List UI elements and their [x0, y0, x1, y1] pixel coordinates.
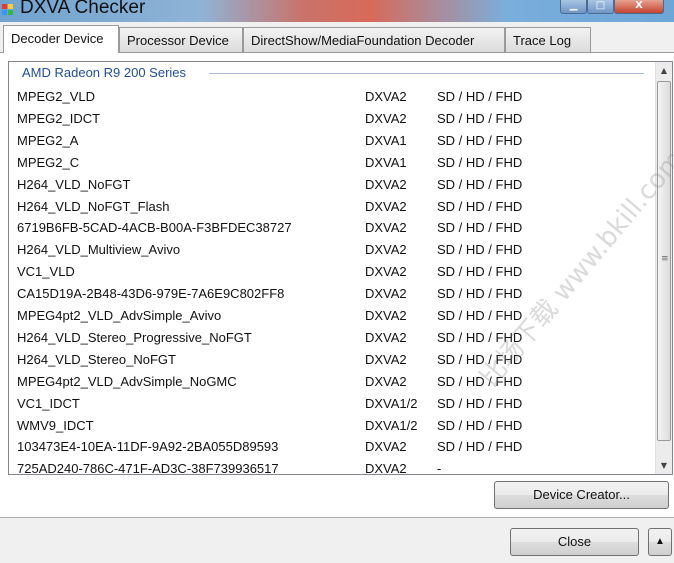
maximize-button[interactable]: □ [587, 0, 614, 14]
list-item[interactable]: 725AD240-786C-471F-AD3C-38F739936517 DXVA… [17, 461, 617, 475]
decoder-api: DXVA1/2 [365, 417, 418, 433]
decoder-api: DXVA2 [365, 198, 407, 214]
decoder-name: 725AD240-786C-471F-AD3C-38F739936517 [17, 461, 279, 475]
decoder-resolution: SD / HD / FHD [437, 176, 523, 192]
decoder-resolution: - [437, 461, 442, 475]
list-item[interactable]: H264_VLD_Multiview_Avivo DXVA2 SD / HD / F… [17, 242, 617, 264]
decoder-resolution: SD / HD / FHD [437, 439, 523, 455]
list-item[interactable]: H264_VLD_Stereo_NoFGT DXVA2 SD / HD / FHD [17, 352, 617, 374]
tab-decoder-device[interactable]: Decoder Device [3, 25, 119, 53]
decoder-name: MPEG2_VLD [17, 89, 96, 104]
decoder-api: DXVA2 [365, 220, 407, 236]
decoder-name: H264_VLD_Multiview_Avivo [17, 242, 181, 258]
list-item[interactable]: 6719B6FB-5CAD-4ACB-B00A-F3BFDEC38727 DXVA… [17, 220, 617, 242]
close-window-button[interactable]: X [614, 0, 664, 14]
decoder-api: DXVA1/2 [365, 395, 418, 411]
scroll-down-icon[interactable]: ▼ [656, 457, 672, 474]
decoder-api: DXVA2 [365, 439, 407, 455]
decoder-name: VC1_VLD [17, 264, 75, 280]
decoder-name: MPEG4pt2_VLD_AdvSimple_Avivo [17, 308, 222, 323]
decoder-resolution: SD / HD / FHD [437, 373, 523, 389]
decoder-name: H264_VLD_NoFGT_Flash [17, 198, 170, 214]
decoder-name: H264_VLD_NoFGT [17, 176, 131, 192]
decoder-api: DXVA2 [365, 351, 407, 367]
scroll-up-icon[interactable]: ▲ [656, 62, 672, 79]
decoder-resolution: SD / HD / FHD [437, 89, 523, 104]
list-item[interactable]: CA15D19A-2B48-43D6-979E-7A6E9C802FF8 DXVA… [17, 286, 617, 308]
decoder-name: MPEG2_A [17, 132, 79, 148]
decoder-resolution: SD / HD / FHD [437, 351, 523, 367]
app-icon [2, 4, 14, 16]
decoder-resolution: SD / HD / FHD [437, 242, 523, 258]
decoder-api: DXVA1 [365, 132, 407, 148]
decoder-resolution: SD / HD / FHD [437, 110, 523, 126]
list-item[interactable]: MPEG2_C DXVA1 SD / HD / FHD [17, 155, 617, 177]
decoder-name: MPEG4pt2_VLD_AdvSimple_NoGMC [17, 373, 237, 389]
decoder-resolution: SD / HD / FHD [437, 329, 523, 345]
decoder-resolution: SD / HD / FHD [437, 417, 523, 433]
decoder-api: DXVA2 [365, 89, 407, 104]
decoder-name: 6719B6FB-5CAD-4ACB-B00A-F3BFDEC38727 [17, 220, 292, 236]
device-creator-button[interactable]: Device Creator... [494, 481, 669, 509]
decoder-api: DXVA2 [365, 329, 407, 345]
decoder-name: H264_VLD_Stereo_NoFGT [17, 351, 176, 367]
decoder-name: WMV9_IDCT [17, 417, 94, 433]
vertical-scrollbar[interactable]: ▲ ≡ ▼ [655, 62, 672, 474]
decoder-name: VC1_IDCT [17, 395, 80, 411]
decoder-resolution: SD / HD / FHD [437, 198, 523, 214]
expand-button[interactable]: ▲ [648, 528, 672, 556]
decoder-api: DXVA2 [365, 110, 407, 126]
list-item[interactable]: MPEG2_A DXVA1 SD / HD / FHD [17, 133, 617, 155]
decoder-name: CA15D19A-2B48-43D6-979E-7A6E9C802FF8 [17, 286, 285, 302]
grip-icon: ≡ [661, 254, 669, 264]
decoder-resolution: SD / HD / FHD [437, 220, 523, 236]
decoder-resolution: SD / HD / FHD [437, 154, 523, 170]
decoder-name: MPEG2_IDCT [17, 110, 101, 126]
decoder-api: DXVA2 [365, 373, 407, 389]
decoder-resolution: SD / HD / FHD [437, 395, 523, 411]
list-item[interactable]: WMV9_IDCT DXVA1/2 SD / HD / FHD [17, 418, 617, 440]
list-item[interactable]: H264_VLD_NoFGT_Flash DXVA2 SD / HD / FHD [17, 199, 617, 221]
decoder-api: DXVA1 [365, 154, 407, 170]
list-item[interactable]: MPEG2_VLD DXVA2 SD / HD / FHD [17, 89, 617, 111]
list-item[interactable]: H264_VLD_Stereo_Progressive_NoFGT DXVA2 SD… [17, 330, 617, 352]
close-button[interactable]: Close [510, 528, 639, 556]
list-item[interactable]: MPEG4pt2_VLD_AdvSimple_Avivo DXVA2 SD / HD… [17, 308, 617, 330]
list-item[interactable]: H264_VLD_NoFGT DXVA2 SD / HD / FHD [17, 177, 617, 199]
decoder-name: MPEG2_C [17, 154, 80, 170]
list-item[interactable]: 103473E4-10EA-11DF-9A92-2BA055D89593 DXVA… [17, 439, 617, 461]
list-item[interactable]: MPEG4pt2_VLD_AdvSimple_NoGMC DXVA2 SD / HD… [17, 374, 617, 396]
list-item[interactable]: VC1_VLD DXVA2 SD / HD / FHD [17, 264, 617, 286]
tab-trace-log[interactable]: Trace Log [505, 27, 591, 52]
decoder-api: DXVA2 [365, 264, 407, 280]
decoder-name: 103473E4-10EA-11DF-9A92-2BA055D89593 [17, 439, 279, 455]
tab-processor-device[interactable]: Processor Device [119, 27, 243, 52]
decoder-list[interactable]: AMD Radeon R9 200 Series MPEG2_VLD DXVA2 S… [8, 61, 673, 475]
decoder-api: DXVA2 [365, 242, 407, 258]
group-header: AMD Radeon R9 200 Series [22, 65, 187, 80]
decoder-resolution: SD / HD / FHD [437, 132, 523, 148]
scrollbar-thumb[interactable]: ≡ [657, 81, 671, 441]
decoder-resolution: SD / HD / FHD [437, 308, 523, 323]
decoder-name: H264_VLD_Stereo_Progressive_NoFGT [17, 329, 252, 345]
decoder-resolution: SD / HD / FHD [437, 286, 523, 302]
title-bar[interactable]: DXVA Checker ▁ □ X [0, 0, 674, 22]
decoder-api: DXVA2 [365, 461, 407, 475]
tab-directshow-mediafoundation-decoder[interactable]: DirectShow/MediaFoundation Decoder [243, 27, 505, 52]
decoder-api: DXVA2 [365, 308, 407, 323]
decoder-api: DXVA2 [365, 286, 407, 302]
decoder-resolution: SD / HD / FHD [437, 264, 523, 280]
list-item[interactable]: MPEG2_IDCT DXVA2 SD / HD / FHD [17, 111, 617, 133]
window-title: DXVA Checker [20, 0, 146, 18]
list-item[interactable]: VC1_IDCT DXVA1/2 SD / HD / FHD [17, 396, 617, 418]
minimize-button[interactable]: ▁ [560, 0, 587, 14]
group-divider [209, 73, 644, 74]
decoder-api: DXVA2 [365, 176, 407, 192]
